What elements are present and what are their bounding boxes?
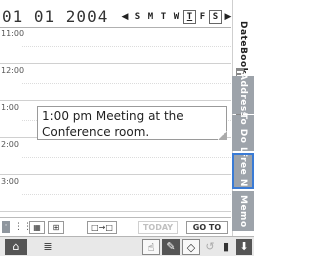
previous-week-arrow-icon[interactable]: ◀ xyxy=(120,10,130,24)
scroll-down-icon[interactable]: ⬇ xyxy=(236,239,252,255)
day-view-button[interactable]: · xyxy=(2,221,10,233)
menu-icon[interactable]: ≣ xyxy=(38,239,58,255)
year-view-button[interactable]: ⊞ xyxy=(48,221,64,234)
status-bar: ⌂ ≣ ☝ ✎ ◇ ↺ ▮ ⬇ xyxy=(0,236,254,256)
weekday-wednesday[interactable]: W xyxy=(170,10,183,24)
page-fold-icon xyxy=(218,131,227,140)
month-view-button[interactable]: ▦ xyxy=(29,221,45,234)
current-date[interactable]: 01 01 2004 xyxy=(2,8,108,26)
undo-icon[interactable]: ↺ xyxy=(202,239,218,255)
event-note[interactable]: 1:00 pm Meeting at the Conference room. xyxy=(37,106,227,140)
tab-address[interactable]: Address xyxy=(232,73,254,117)
hour-row-3[interactable]: 3:00 xyxy=(0,176,231,212)
hour-label: 11:00 xyxy=(1,29,25,38)
tab-todo[interactable]: To Do L xyxy=(232,113,254,153)
weekday-saturday[interactable]: S xyxy=(209,10,222,24)
hour-label: 3:00 xyxy=(1,177,19,186)
pointer-icon[interactable]: ☝ xyxy=(142,239,160,255)
week-view-button[interactable]: ⋮⋮ xyxy=(14,221,32,234)
schedule-toolbar: · ⋮⋮ ▦ ⊞ □→□ TODAY GO TO xyxy=(0,217,231,235)
tab-memo[interactable]: Memo xyxy=(232,191,254,231)
weekday-tuesday[interactable]: T xyxy=(157,10,170,24)
pen-icon[interactable]: ✎ xyxy=(162,239,180,255)
goto-button[interactable]: GO TO xyxy=(186,221,228,234)
battery-icon: ▮ xyxy=(222,240,230,253)
tab-free-notes[interactable]: Free N. xyxy=(232,151,254,191)
hour-label: 2:00 xyxy=(1,140,19,149)
hour-label: 12:00 xyxy=(1,66,25,75)
weekday-sunday[interactable]: S xyxy=(131,10,144,24)
event-text: 1:00 pm Meeting at the Conference room. xyxy=(42,109,184,139)
hour-row-11[interactable]: 11:00 xyxy=(0,28,231,64)
today-button[interactable]: TODAY xyxy=(138,221,178,234)
home-icon[interactable]: ⌂ xyxy=(5,239,27,255)
hour-label: 1:00 xyxy=(1,103,19,112)
weekday-friday[interactable]: F xyxy=(196,10,209,24)
weekday-thursday-selected[interactable]: T xyxy=(183,10,196,24)
hour-row-2[interactable]: 2:00 xyxy=(0,139,231,175)
move-event-button[interactable]: □→□ xyxy=(87,221,117,234)
weekday-monday[interactable]: M xyxy=(144,10,157,24)
hour-row-12[interactable]: 12:00 xyxy=(0,65,231,101)
tab-date-book[interactable]: DateBook xyxy=(232,21,254,74)
eraser-icon[interactable]: ◇ xyxy=(182,239,200,255)
